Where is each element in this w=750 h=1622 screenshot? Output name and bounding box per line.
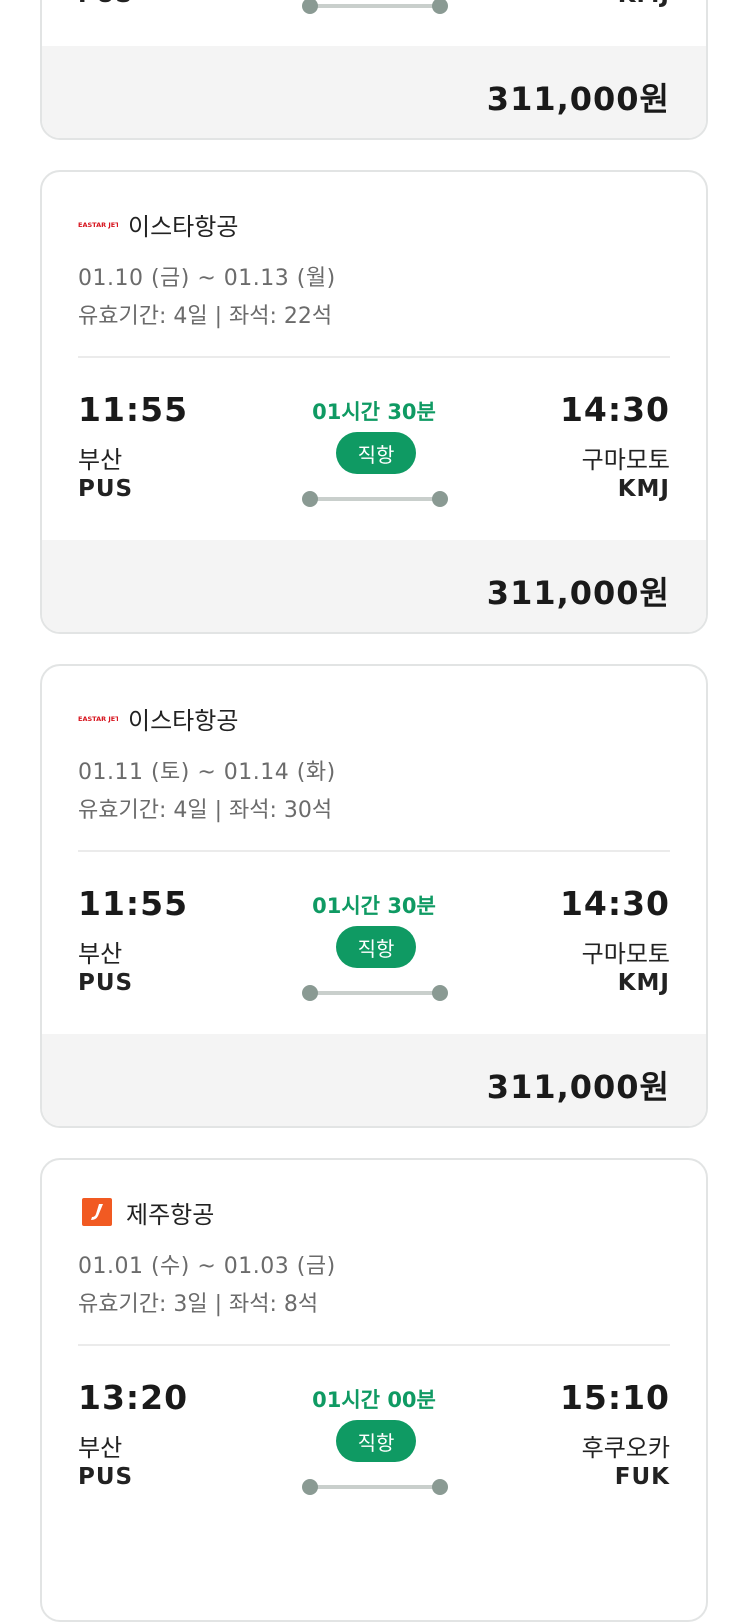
departure-code: PUS [78,476,134,502]
arrival-code: FUK [614,1464,670,1490]
route-line [310,4,440,8]
eastar-jet-logo-icon: EASTAR JET [78,712,118,724]
arrival-code: KMJ [617,476,670,502]
route-start-dot [302,0,318,14]
airline-row: 제주항공 [78,1198,214,1229]
arrival-city: 후쿠오카 [581,1434,670,1462]
arrival-time: 14:30 [559,390,670,429]
divider [78,1344,670,1346]
airline-row: EASTAR JET 이스타항공 [78,704,238,735]
route-end-dot [432,0,448,14]
price: 311,000원 [486,1068,670,1106]
route-start-dot [302,985,318,1001]
price: 311,000원 [486,574,670,612]
travel-dates: 01.01 (수) ~ 01.03 (금) [78,1254,336,1279]
jeju-air-logo-icon [82,1198,112,1226]
price: 311,000원 [486,80,670,118]
price-bar: 311,000원 [42,1034,706,1126]
flight-card[interactable]: EASTAR JET 이스타항공 01.10 (금) ~ 01.13 (월) 유… [40,170,708,634]
arrival-code: KMJ [618,0,670,8]
route-line [310,991,440,995]
flight-card[interactable]: EASTAR JET 이스타항공 01.11 (토) ~ 01.14 (화) 유… [40,664,708,1128]
divider [78,850,670,852]
travel-dates: 01.10 (금) ~ 01.13 (월) [78,266,336,291]
divider [78,356,670,358]
validity-seats: 유효기간: 4일 | 좌석: 30석 [78,798,333,823]
departure-code: PUS [78,970,134,996]
route-end-dot [432,985,448,1001]
svg-text:EASTAR JET: EASTAR JET [78,221,118,229]
airline-name: 이스타항공 [128,212,239,241]
departure-city: 부산 [78,446,123,474]
travel-dates: 01.11 (토) ~ 01.14 (화) [78,760,336,785]
price-bar: 311,000원 [42,540,706,632]
airline-name: 이스타항공 [128,706,239,735]
arrival-city: 구마모토 [581,940,670,968]
departure-city: 부산 [78,940,123,968]
departure-city: 부산 [78,1434,123,1462]
route-line [310,497,440,501]
arrival-time: 14:30 [559,884,670,923]
route-line [310,1485,440,1489]
airline-name: 제주항공 [126,1200,215,1229]
price-bar: 311,000원 [42,46,706,138]
arrival-city: 구마모토 [581,446,670,474]
arrival-code: KMJ [617,970,670,996]
departure-code: PUS [78,1464,134,1490]
arrival-time: 15:10 [559,1378,670,1417]
route-end-dot [432,491,448,507]
direct-flight-badge: 직항 [336,432,416,474]
flight-card[interactable]: 제주항공 01.01 (수) ~ 01.03 (금) 유효기간: 3일 | 좌석… [40,1158,708,1622]
eastar-jet-logo-icon: EASTAR JET [78,218,118,230]
flight-card[interactable]: PUS KMJ 311,000원 [40,0,708,140]
validity-seats: 유효기간: 3일 | 좌석: 8석 [78,1292,319,1317]
airline-row: EASTAR JET 이스타항공 [78,210,238,241]
validity-seats: 유효기간: 4일 | 좌석: 22석 [78,304,333,329]
direct-flight-badge: 직항 [336,926,416,968]
svg-text:EASTAR JET: EASTAR JET [78,715,118,723]
route-start-dot [302,1479,318,1495]
route-start-dot [302,491,318,507]
direct-flight-badge: 직항 [336,1420,416,1462]
route-end-dot [432,1479,448,1495]
departure-code: PUS [78,0,133,8]
